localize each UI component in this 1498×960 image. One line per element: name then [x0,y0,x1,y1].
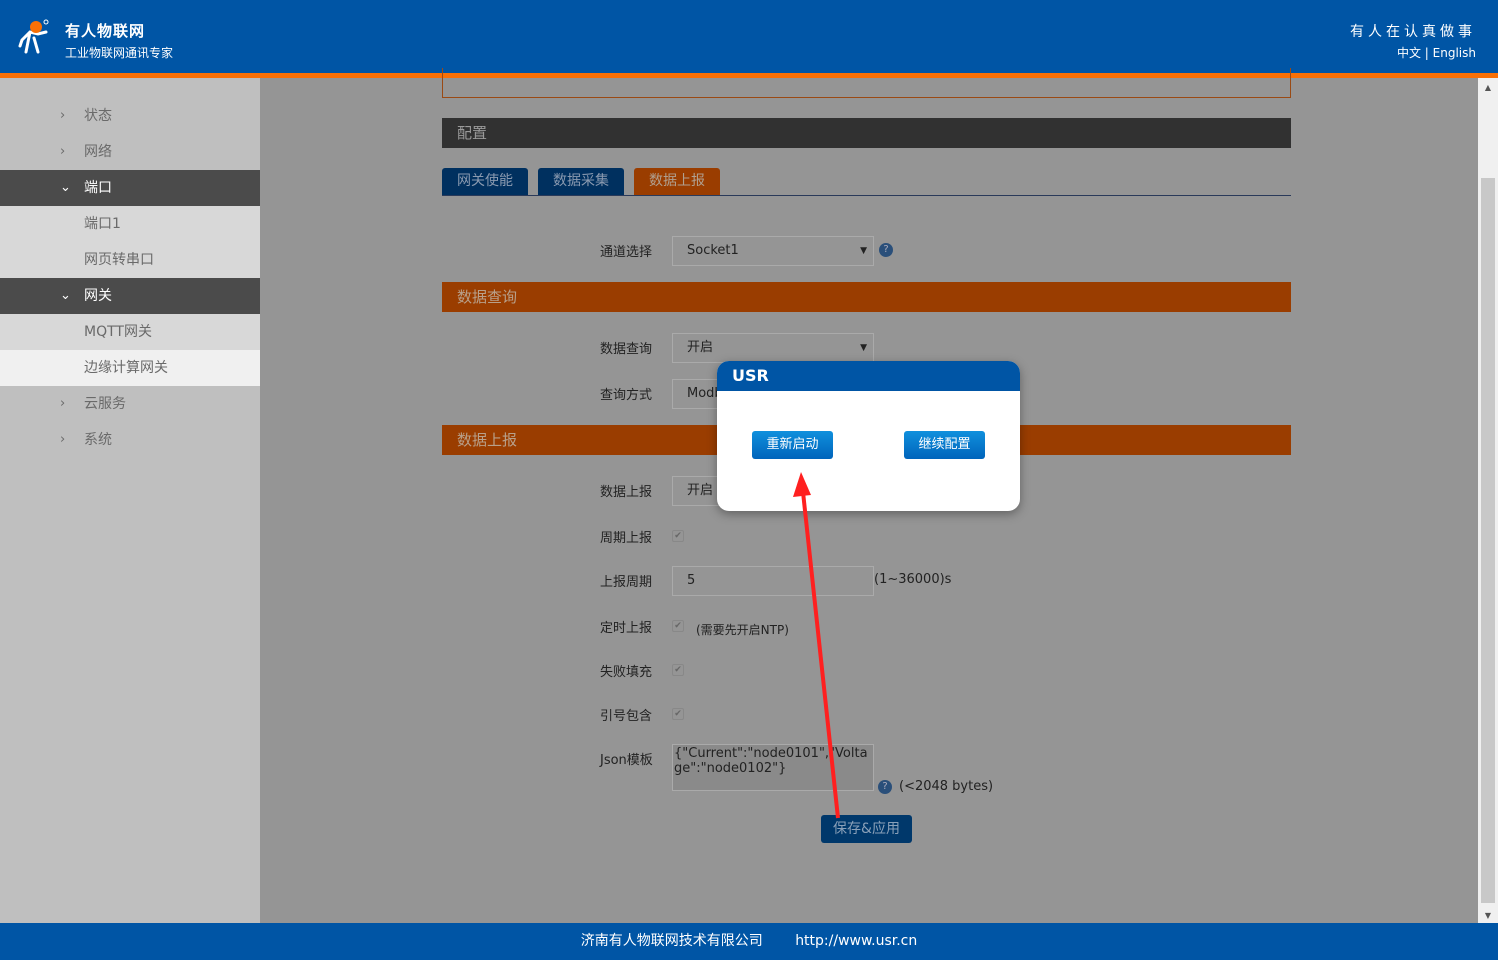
annotation-arrow-icon [793,472,840,819]
